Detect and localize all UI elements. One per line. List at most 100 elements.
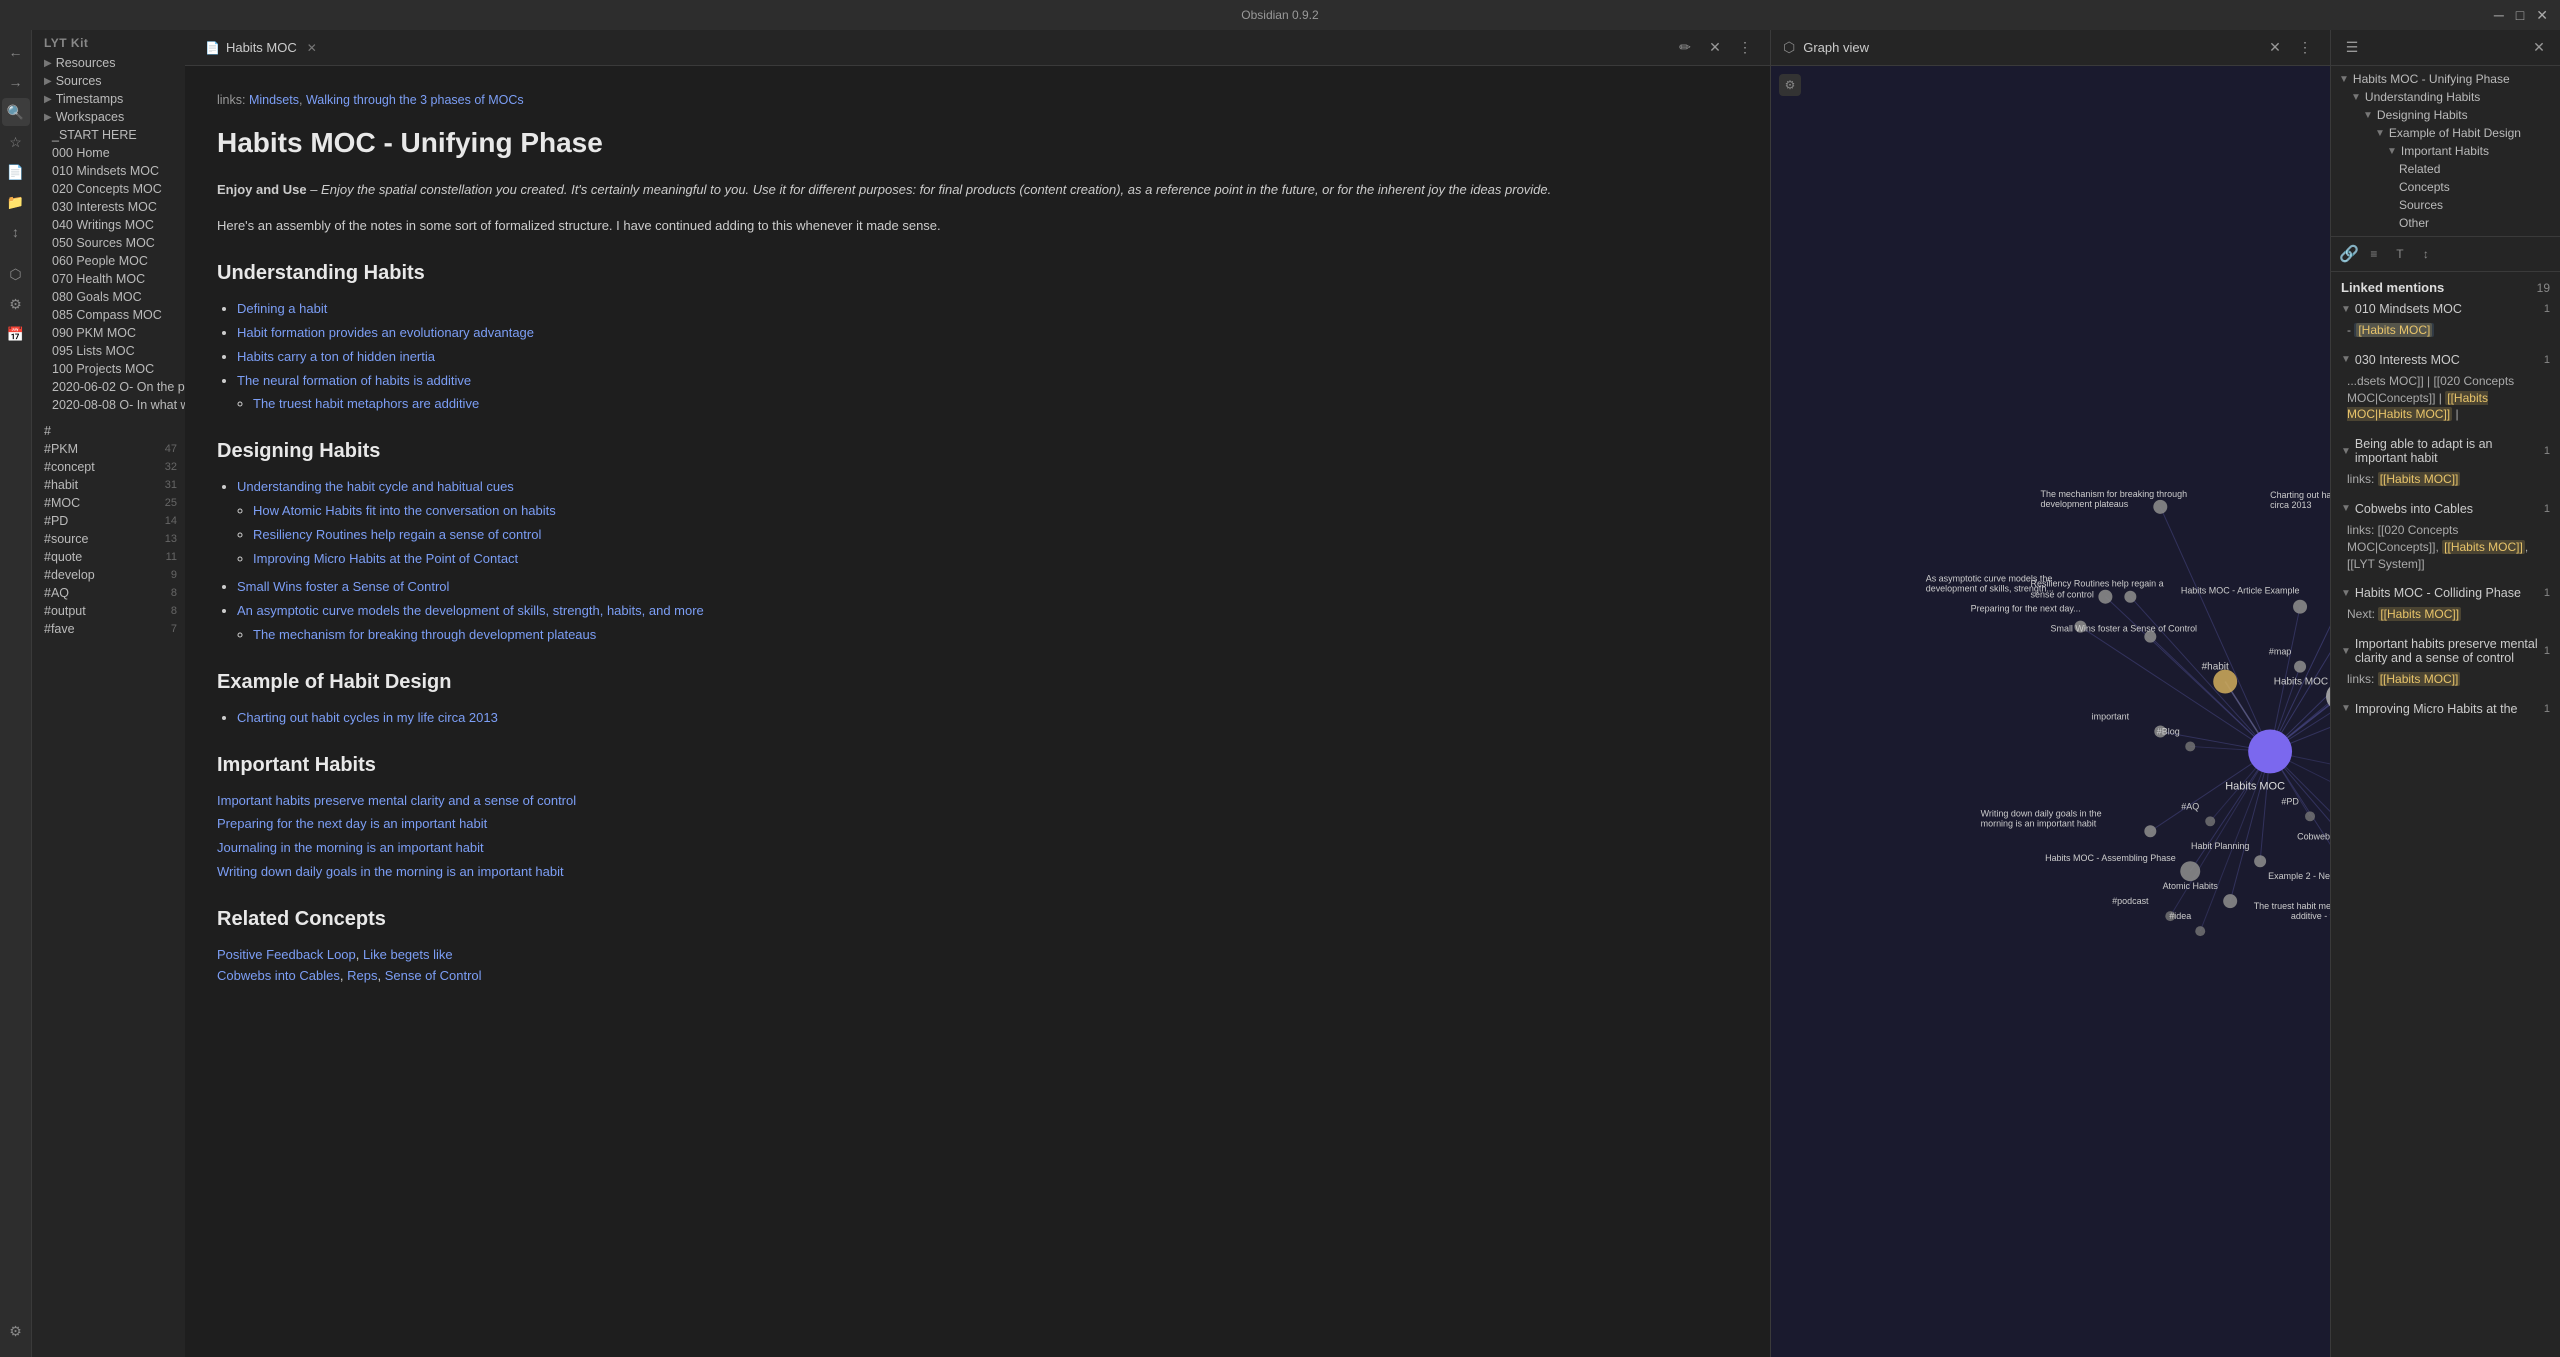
link-atomic[interactable]: How Atomic Habits fit into the conversat… — [253, 503, 556, 518]
outline-item-important[interactable]: ▼ Important Habits — [2331, 142, 2560, 160]
bl-group-header[interactable]: ▼ Habits MOC - Colliding Phase 1 — [2331, 583, 2560, 603]
outline-item-root[interactable]: ▼ Habits MOC - Unifying Phase — [2331, 70, 2560, 88]
tag-develop[interactable]: #develop 9 — [32, 566, 185, 584]
link-important1[interactable]: Important habits preserve mental clarity… — [217, 791, 1738, 812]
sidebar-item-100[interactable]: 100 Projects MOC — [32, 360, 185, 378]
edit-btn[interactable]: ✏ — [1672, 35, 1698, 61]
toolbar-back[interactable]: ← — [2, 38, 30, 66]
outline-item-understanding[interactable]: ▼ Understanding Habits — [2331, 88, 2560, 106]
sidebar-item-020[interactable]: 020 Concepts MOC — [32, 180, 185, 198]
link-important2[interactable]: Preparing for the next day is an importa… — [217, 814, 1738, 835]
sidebar-item-070[interactable]: 070 Health MOC — [32, 270, 185, 288]
link-important4[interactable]: Writing down daily goals in the morning … — [217, 862, 1738, 883]
link-sense[interactable]: Sense of Control — [385, 968, 482, 983]
calendar-icon[interactable]: 📅 — [2, 320, 30, 348]
sidebar-item-060[interactable]: 060 People MOC — [32, 252, 185, 270]
settings-icon[interactable]: ⚙ — [2, 1317, 30, 1345]
sidebar-item-sources-top[interactable]: ▶ Sources — [32, 72, 185, 90]
bl-group-header[interactable]: ▼ Improving Micro Habits at the 1 — [2331, 699, 2560, 719]
link-micro[interactable]: Improving Micro Habits at the Point of C… — [253, 551, 518, 566]
outline-item-other[interactable]: Other — [2331, 214, 2560, 232]
tag-habit[interactable]: #habit 31 — [32, 476, 185, 494]
tag-aq[interactable]: #AQ 8 — [32, 584, 185, 602]
backlinks-toggle-btn[interactable]: ↕ — [2415, 243, 2437, 265]
tab-close-btn[interactable]: ✕ — [307, 41, 317, 55]
backlinks-sort-btn[interactable]: ≡ — [2363, 243, 2385, 265]
sidebar-item-2020-06[interactable]: 2020-06-02 O- On the pro... — [32, 378, 185, 396]
sidebar-item-040[interactable]: 040 Writings MOC — [32, 216, 185, 234]
new-folder-icon[interactable]: 📁 — [2, 188, 30, 216]
more-options-btn[interactable]: ⋮ — [1732, 35, 1758, 61]
link-defining[interactable]: Defining a habit — [237, 301, 327, 316]
tag-fave[interactable]: #fave 7 — [32, 620, 185, 638]
graph-canvas[interactable]: ⚙ — [1771, 66, 2330, 1357]
tag-concept[interactable]: #concept 32 — [32, 458, 185, 476]
sidebar-item-2020-08[interactable]: 2020-08-08 O- In what way — [32, 396, 185, 414]
link-hidden-inertia[interactable]: Habits carry a ton of hidden inertia — [237, 349, 435, 364]
outline-item-related[interactable]: Related — [2331, 160, 2560, 178]
sidebar-item-start[interactable]: _START HERE — [32, 126, 185, 144]
sidebar-item-030[interactable]: 030 Interests MOC — [32, 198, 185, 216]
search-icon[interactable]: 🔍 — [2, 98, 30, 126]
link-mindsets[interactable]: Mindsets — [249, 93, 299, 107]
sidebar-item-000[interactable]: 000 Home — [32, 144, 185, 162]
new-note-icon[interactable]: 📄 — [2, 158, 30, 186]
sidebar-item-050[interactable]: 050 Sources MOC — [32, 234, 185, 252]
sort-icon[interactable]: ↕ — [2, 218, 30, 246]
sidebar-item-080[interactable]: 080 Goals MOC — [32, 288, 185, 306]
editor-tab-habits[interactable]: 📄 Habits MOC ✕ — [197, 36, 325, 59]
tab-close-btn2[interactable]: ✕ — [1702, 35, 1728, 61]
link-small-wins[interactable]: Small Wins foster a Sense of Control — [237, 579, 449, 594]
outline-item-designing[interactable]: ▼ Designing Habits — [2331, 106, 2560, 124]
tag-hash[interactable]: # — [32, 422, 185, 440]
panel-more-btn[interactable]: ☰ — [2339, 35, 2365, 61]
link-charting[interactable]: Charting out habit cycles in my life cir… — [237, 710, 498, 725]
bl-group-header[interactable]: ▼ Important habits preserve mental clari… — [2331, 634, 2560, 668]
link-cycle[interactable]: Understanding the habit cycle and habitu… — [237, 479, 514, 494]
panel-close-btn[interactable]: ✕ — [2526, 35, 2552, 61]
link-important3[interactable]: Journaling in the morning is an importan… — [217, 838, 1738, 859]
link-walking[interactable]: Walking through the 3 phases of MOCs — [306, 93, 524, 107]
tag-output[interactable]: #output 8 — [32, 602, 185, 620]
link-pfloop[interactable]: Positive Feedback Loop — [217, 947, 356, 962]
tag-pkm[interactable]: #PKM 47 — [32, 440, 185, 458]
sidebar-item-resources[interactable]: ▶ Resources — [32, 54, 185, 72]
link-truest[interactable]: The truest habit metaphors are additive — [253, 396, 479, 411]
minimize-btn[interactable]: ─ — [2494, 7, 2504, 24]
link-asymptotic[interactable]: An asymptotic curve models the developme… — [237, 603, 704, 618]
link-mechanism[interactable]: The mechanism for breaking through devel… — [253, 627, 596, 642]
sidebar-item-workspaces[interactable]: ▶ Workspaces — [32, 108, 185, 126]
bl-group-header[interactable]: ▼ Cobwebs into Cables 1 — [2331, 499, 2560, 519]
sidebar-item-085[interactable]: 085 Compass MOC — [32, 306, 185, 324]
star-icon[interactable]: ☆ — [2, 128, 30, 156]
graph-icon[interactable]: ⬡ — [2, 260, 30, 288]
bl-group-header[interactable]: ▼ Being able to adapt is an important ha… — [2331, 434, 2560, 468]
graph-close-btn[interactable]: ✕ — [2262, 35, 2288, 61]
outline-item-example[interactable]: ▼ Example of Habit Design — [2331, 124, 2560, 142]
link-reps[interactable]: Reps — [347, 968, 377, 983]
link-like-begets[interactable]: Like begets like — [363, 947, 453, 962]
tag-moc[interactable]: #MOC 25 — [32, 494, 185, 512]
sidebar-item-timestamps[interactable]: ▶ Timestamps — [32, 90, 185, 108]
highlight-link[interactable]: [Habits MOC] — [2354, 323, 2434, 337]
graph-more-btn[interactable]: ⋮ — [2292, 35, 2318, 61]
link-cobwebs[interactable]: Cobwebs into Cables — [217, 968, 340, 983]
bl-group-header[interactable]: ▼ 010 Mindsets MOC 1 — [2331, 299, 2560, 319]
tag-source[interactable]: #source 13 — [32, 530, 185, 548]
link-neural[interactable]: The neural formation of habits is additi… — [237, 373, 471, 388]
graph-settings-btn[interactable]: ⚙ — [1779, 74, 1801, 96]
plugin-icon[interactable]: ⚙ — [2, 290, 30, 318]
sidebar-item-095[interactable]: 095 Lists MOC — [32, 342, 185, 360]
maximize-btn[interactable]: □ — [2516, 7, 2524, 24]
outline-item-sources[interactable]: Sources — [2331, 196, 2560, 214]
tag-quote[interactable]: #quote 11 — [32, 548, 185, 566]
bl-group-header[interactable]: ▼ 030 Interests MOC 1 — [2331, 350, 2560, 370]
tag-pd[interactable]: #PD 14 — [32, 512, 185, 530]
link-habit-formation[interactable]: Habit formation provides an evolutionary… — [237, 325, 534, 340]
toolbar-forward[interactable]: → — [2, 68, 30, 96]
sidebar-item-090[interactable]: 090 PKM MOC — [32, 324, 185, 342]
close-btn[interactable]: ✕ — [2536, 7, 2548, 24]
backlinks-heading-btn[interactable]: T — [2389, 243, 2411, 265]
link-resiliency[interactable]: Resiliency Routines help regain a sense … — [253, 527, 541, 542]
outline-item-concepts[interactable]: Concepts — [2331, 178, 2560, 196]
